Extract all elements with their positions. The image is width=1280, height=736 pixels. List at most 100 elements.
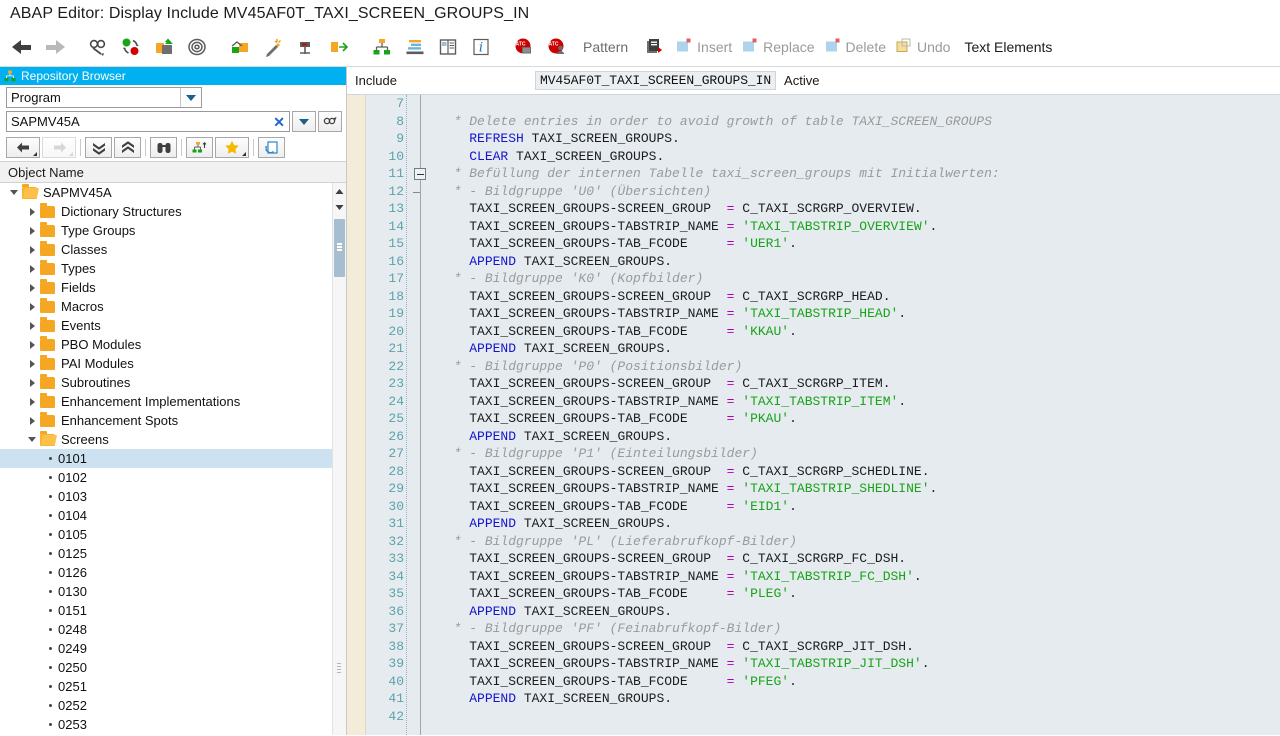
- pretty-printer-icon[interactable]: [257, 31, 289, 63]
- scroll-down-button[interactable]: [333, 199, 346, 215]
- include-name-field[interactable]: MV45AF0T_TAXI_SCREEN_GROUPS_IN: [535, 71, 777, 90]
- favorites-button[interactable]: [215, 137, 249, 158]
- tree-item-folder[interactable]: Macros: [0, 297, 346, 316]
- hierarchy-icon[interactable]: [366, 31, 398, 63]
- tree-scrollbar[interactable]: [332, 183, 346, 735]
- pattern-button[interactable]: Pattern: [574, 32, 637, 62]
- forward-icon[interactable]: [39, 31, 71, 63]
- tree-item-folder[interactable]: PAI Modules: [0, 354, 346, 373]
- tree-item-folder[interactable]: Enhancement Implementations: [0, 392, 346, 411]
- code-line[interactable]: REFRESH TAXI_SCREEN_GROUPS.: [438, 130, 1280, 148]
- code-line[interactable]: APPEND TAXI_SCREEN_GROUPS.: [438, 253, 1280, 271]
- code-line[interactable]: TAXI_SCREEN_GROUPS-TAB_FCODE = 'PFEG'.: [438, 673, 1280, 691]
- tree-item-folder[interactable]: Type Groups: [0, 221, 346, 240]
- chevron-right-icon[interactable]: [24, 340, 40, 349]
- expand-all-button[interactable]: [85, 137, 112, 158]
- where-used-icon[interactable]: [181, 31, 213, 63]
- chevron-right-icon[interactable]: [24, 245, 40, 254]
- chevron-right-icon[interactable]: [24, 264, 40, 273]
- code-line[interactable]: * - Bildgruppe 'K0' (Kopfbilder): [438, 270, 1280, 288]
- tree-item-folder[interactable]: PBO Modules: [0, 335, 346, 354]
- code-line[interactable]: TAXI_SCREEN_GROUPS-SCREEN_GROUP = C_TAXI…: [438, 288, 1280, 306]
- tree-item-screen[interactable]: 0253: [0, 715, 346, 734]
- tree-item-folder[interactable]: Classes: [0, 240, 346, 259]
- chevron-right-icon[interactable]: [24, 226, 40, 235]
- tree-item-folder[interactable]: SAPMV45A: [0, 183, 346, 202]
- navigate-icon[interactable]: [323, 31, 355, 63]
- code-line[interactable]: TAXI_SCREEN_GROUPS-SCREEN_GROUP = C_TAXI…: [438, 200, 1280, 218]
- scrollbar-thumb[interactable]: [334, 219, 345, 277]
- code-line[interactable]: TAXI_SCREEN_GROUPS-SCREEN_GROUP = C_TAXI…: [438, 463, 1280, 481]
- chevron-down-icon[interactable]: [24, 437, 40, 442]
- code-lines[interactable]: * Delete entries in order to avoid growt…: [430, 95, 1280, 735]
- tree-item-screen[interactable]: 0104: [0, 506, 346, 525]
- object-navigator-icon[interactable]: [224, 31, 256, 63]
- chevron-right-icon[interactable]: [24, 397, 40, 406]
- tree-item-screen[interactable]: 0103: [0, 487, 346, 506]
- code-line[interactable]: * Delete entries in order to avoid growt…: [438, 113, 1280, 131]
- tree-item-screen[interactable]: 0251: [0, 677, 346, 696]
- clear-icon[interactable]: ✕: [269, 115, 285, 129]
- tree-item-folder[interactable]: Dictionary Structures: [0, 202, 346, 221]
- object-search-help-button[interactable]: [318, 111, 342, 132]
- code-line[interactable]: * - Bildgruppe 'U0' (Übersichten): [438, 183, 1280, 201]
- tree-back-button[interactable]: [6, 137, 40, 158]
- tree-item-folder[interactable]: Screens: [0, 430, 346, 449]
- tree-item-screen[interactable]: 0250: [0, 658, 346, 677]
- code-line[interactable]: TAXI_SCREEN_GROUPS-TAB_FCODE = 'KKAU'.: [438, 323, 1280, 341]
- scrollbar-grip[interactable]: [337, 663, 341, 675]
- chevron-right-icon[interactable]: [24, 378, 40, 387]
- replace-button[interactable]: Replace: [737, 32, 818, 62]
- code-line[interactable]: APPEND TAXI_SCREEN_GROUPS.: [438, 603, 1280, 621]
- info-icon[interactable]: i: [465, 31, 497, 63]
- tree-item-screen[interactable]: 0130: [0, 582, 346, 601]
- fold-column[interactable]: [410, 95, 430, 735]
- code-line[interactable]: * - Bildgruppe 'P0' (Positionsbilder): [438, 358, 1280, 376]
- tree-item-screen[interactable]: 0254: [0, 734, 346, 735]
- object-type-select[interactable]: Program: [6, 87, 202, 108]
- breakpoint-icon[interactable]: [290, 31, 322, 63]
- refresh-button[interactable]: [258, 137, 285, 158]
- code-line[interactable]: * Befüllung der internen Tabelle taxi_sc…: [438, 165, 1280, 183]
- code-line[interactable]: APPEND TAXI_SCREEN_GROUPS.: [438, 515, 1280, 533]
- code-line[interactable]: APPEND TAXI_SCREEN_GROUPS.: [438, 428, 1280, 446]
- undo-button[interactable]: Undo: [891, 32, 954, 62]
- code-line[interactable]: APPEND TAXI_SCREEN_GROUPS.: [438, 340, 1280, 358]
- tree-item-folder[interactable]: Events: [0, 316, 346, 335]
- object-name-field[interactable]: ✕: [6, 111, 290, 132]
- scroll-up-button[interactable]: [333, 183, 346, 199]
- back-icon[interactable]: [6, 31, 38, 63]
- object-name-input[interactable]: [11, 114, 270, 129]
- tree-item-screen[interactable]: 0248: [0, 620, 346, 639]
- chevron-right-icon[interactable]: [24, 321, 40, 330]
- code-line[interactable]: TAXI_SCREEN_GROUPS-TAB_FCODE = 'UER1'.: [438, 235, 1280, 253]
- code-line[interactable]: CLEAR TAXI_SCREEN_GROUPS.: [438, 148, 1280, 166]
- code-line[interactable]: TAXI_SCREEN_GROUPS-SCREEN_GROUP = C_TAXI…: [438, 550, 1280, 568]
- code-line[interactable]: TAXI_SCREEN_GROUPS-TAB_FCODE = 'EID1'.: [438, 498, 1280, 516]
- find-button[interactable]: [150, 137, 177, 158]
- code-line[interactable]: * - Bildgruppe 'P1' (Einteilungsbilder): [438, 445, 1280, 463]
- tree-item-screen[interactable]: 0102: [0, 468, 346, 487]
- chevron-right-icon[interactable]: [24, 416, 40, 425]
- code-line[interactable]: TAXI_SCREEN_GROUPS-TABSTRIP_NAME = 'TAXI…: [438, 568, 1280, 586]
- tree-item-screen[interactable]: 0151: [0, 601, 346, 620]
- atc-user-icon[interactable]: ATC: [541, 31, 573, 63]
- check-icon[interactable]: [115, 31, 147, 63]
- atc-icon[interactable]: ATC: [508, 31, 540, 63]
- code-area[interactable]: 7 8 9 10 11 12 13 14 15 16 17 18 19 20 21 22 23 24 25 26 27 2…: [347, 94, 1280, 735]
- collapse-all-button[interactable]: [114, 137, 141, 158]
- chevron-right-icon[interactable]: [24, 283, 40, 292]
- tree-item-screen[interactable]: 0126: [0, 563, 346, 582]
- tree-item-screen[interactable]: 0252: [0, 696, 346, 715]
- tree-forward-button[interactable]: [42, 137, 76, 158]
- tree-item-folder[interactable]: Subroutines: [0, 373, 346, 392]
- tree-item-folder[interactable]: Types: [0, 259, 346, 278]
- code-line[interactable]: TAXI_SCREEN_GROUPS-TAB_FCODE = 'PLEG'.: [438, 585, 1280, 603]
- code-line[interactable]: [438, 95, 1280, 113]
- code-line[interactable]: TAXI_SCREEN_GROUPS-SCREEN_GROUP = C_TAXI…: [438, 375, 1280, 393]
- outline-icon[interactable]: [399, 31, 431, 63]
- code-line[interactable]: TAXI_SCREEN_GROUPS-TABSTRIP_NAME = 'TAXI…: [438, 393, 1280, 411]
- fold-collapse-icon[interactable]: [414, 168, 426, 180]
- activate-icon[interactable]: [148, 31, 180, 63]
- tree-item-screen[interactable]: 0249: [0, 639, 346, 658]
